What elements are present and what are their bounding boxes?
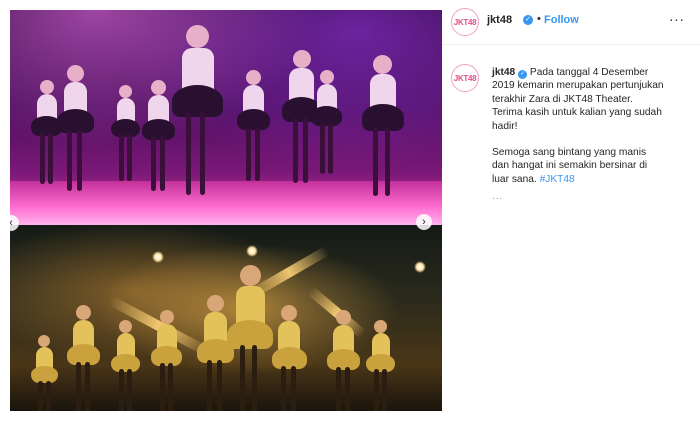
dancer-leg (199, 112, 205, 196)
dancer-leg (48, 133, 54, 184)
dancer-head (66, 65, 84, 82)
dancer-head (374, 320, 388, 333)
dancer-leg (39, 133, 45, 184)
more-options-icon[interactable]: ··· (669, 11, 685, 27)
dancer-leg (126, 134, 132, 182)
dancer-head (39, 80, 54, 94)
dancer-skirt (111, 353, 140, 372)
avatar-logo-text: JKT48 (453, 73, 477, 83)
stage-photo-amber (10, 225, 442, 411)
dancer-head (239, 265, 261, 286)
verified-badge-icon: ✓ (518, 70, 528, 79)
dancer-skirt (141, 119, 175, 140)
dancer-leg (217, 359, 223, 411)
dancer-leg (292, 118, 298, 184)
dancer-leg (159, 363, 165, 411)
verified-badge-icon: ✓ (523, 15, 533, 25)
caption-paragraph-2: Semoga sang bintang yang manis dan hanga… (492, 146, 664, 186)
dancer-leg (344, 367, 350, 411)
dancer-leg (206, 359, 212, 411)
dancer-head (38, 335, 51, 347)
dancer-leg (168, 363, 174, 411)
dancer-skirt (172, 84, 223, 117)
dancer-skirt (311, 106, 343, 126)
dancer-head (292, 50, 311, 68)
post-header: JKT48 jkt48 ✓ • Follow ··· (443, 0, 700, 45)
dancer-skirt (31, 366, 58, 383)
dancer-leg (328, 123, 334, 174)
dancer-skirt (236, 109, 270, 130)
dancer-skirt (366, 353, 395, 372)
dancer-skirt (111, 118, 140, 137)
dancer-head (206, 295, 224, 312)
header-separator: • (537, 13, 541, 25)
dancer-leg (384, 127, 390, 196)
dancer-head (119, 320, 133, 333)
avatar-logo-text: JKT48 (453, 17, 477, 27)
follow-button[interactable]: Follow (544, 14, 579, 26)
dancer-head (319, 70, 334, 84)
dancer-head (373, 55, 393, 74)
dancer-leg (38, 380, 44, 411)
dancer-leg (119, 369, 125, 411)
dancer-leg (159, 137, 165, 191)
dancer-skirt (271, 346, 307, 369)
dancer-skirt (227, 319, 274, 349)
caption-avatar[interactable]: JKT48 (451, 64, 479, 92)
dancer-head (335, 310, 351, 325)
dancer-skirt (151, 346, 183, 366)
dancer-leg (239, 344, 245, 411)
carousel-next-button[interactable]: › (416, 214, 432, 230)
dancer-leg (45, 380, 51, 411)
dancer-skirt (66, 344, 100, 365)
dancer-leg (290, 365, 296, 411)
dancer-head (159, 310, 174, 324)
stage-photo-magenta (10, 10, 442, 225)
instagram-post: ‹ › JKT48 jkt48 ✓ • Follow ··· JKT48 jkt… (0, 0, 700, 421)
dancer-leg (66, 129, 72, 191)
dancer-skirt (56, 109, 95, 133)
dancer-leg (186, 112, 192, 196)
post-media-carousel[interactable]: ‹ › (10, 10, 442, 411)
dancer-head (245, 70, 261, 85)
dancer-skirt (361, 104, 404, 131)
dancer-head (119, 85, 133, 98)
stage-spotlight (246, 245, 258, 257)
stage-spotlight (414, 261, 426, 273)
dancer-leg (381, 369, 387, 411)
post-caption: jkt48 ✓ Pada tanggal 4 Desember 2019 kem… (492, 66, 664, 204)
dancer-leg (254, 127, 260, 181)
dancer-head (186, 25, 210, 48)
profile-avatar[interactable]: JKT48 (451, 8, 479, 36)
dancer-skirt (326, 349, 360, 370)
dancer-leg (303, 118, 309, 184)
dancer-head (75, 305, 91, 320)
dancer-head (150, 80, 166, 95)
dancer-leg (374, 369, 380, 411)
dancer-leg (281, 365, 287, 411)
header-username[interactable]: jkt48 (487, 14, 512, 26)
dancer-leg (150, 137, 156, 191)
dancer-leg (335, 367, 341, 411)
dancer-leg (84, 362, 90, 411)
dancer-leg (119, 134, 125, 182)
dancer-leg (373, 127, 379, 196)
dancer-leg (77, 129, 83, 191)
dancer-leg (319, 123, 325, 174)
dancer-leg (252, 344, 258, 411)
dancer-leg (75, 362, 81, 411)
stage-spotlight (152, 251, 164, 263)
caption-paragraph-1: jkt48 ✓ Pada tanggal 4 Desember 2019 kem… (492, 66, 664, 133)
dancer-leg (245, 127, 251, 181)
hashtag-link[interactable]: #JKT48 (540, 174, 575, 185)
caption-more[interactable]: ... (492, 190, 664, 203)
dancer-head (281, 305, 298, 321)
caption-username[interactable]: jkt48 (492, 67, 515, 78)
dancer-leg (126, 369, 132, 411)
